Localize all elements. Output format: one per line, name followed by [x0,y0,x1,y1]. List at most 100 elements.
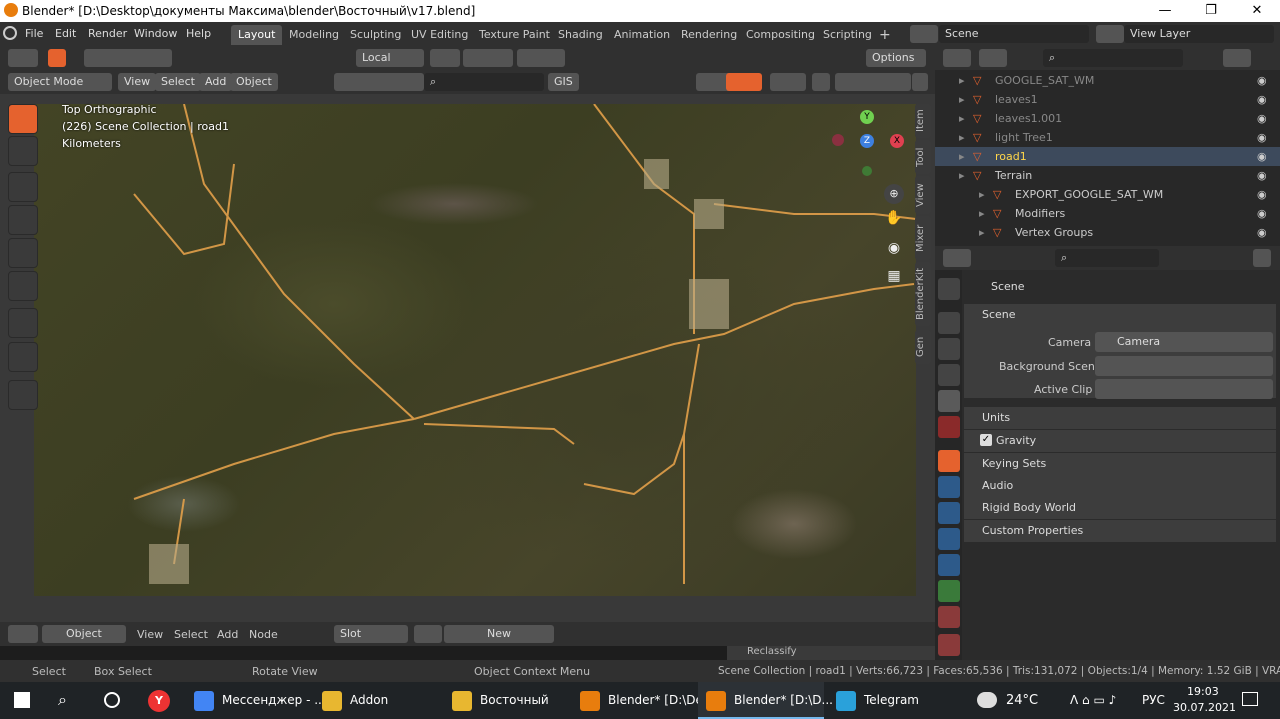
menu-edit[interactable]: Edit [55,27,76,40]
expand-arrow-icon[interactable]: ▸ [959,147,965,166]
scene-selector-icon[interactable] [910,25,938,43]
properties-search-input[interactable]: ⌕ [1055,249,1159,267]
add-workspace-button[interactable]: + [872,25,898,45]
reclassify-panel[interactable]: Reclassify [727,646,935,660]
expand-arrow-icon[interactable]: ▸ [959,128,965,147]
transform-orientation[interactable]: Local [356,49,424,67]
xray-toggle-icon[interactable] [812,73,830,91]
maximize-button[interactable]: ❐ [1188,0,1234,22]
taskbar-app[interactable]: Восточный [444,682,568,719]
menu-view[interactable]: View [118,73,157,91]
close-button[interactable]: ✕ [1234,0,1280,22]
3d-viewport[interactable]: Top Orthographic (226) Scene Collection … [0,94,935,622]
visibility-eye-icon[interactable]: ◉ [1257,223,1267,242]
units-panel[interactable]: Units [964,407,1276,429]
taskbar-app[interactable]: Blender* [D:\D... [698,682,833,719]
expand-arrow-icon[interactable]: ▸ [959,166,965,185]
gizmo-toggle-icon[interactable] [726,73,762,91]
tab-animation[interactable]: Animation [607,25,677,45]
snap-icon[interactable] [463,49,513,67]
search-icon[interactable]: ⌕ [58,690,67,710]
outliner-row[interactable]: ▸ ▽ leaves1 ◉ [935,90,1280,109]
properties-editor-icon[interactable] [943,249,971,267]
rotate-tool-icon[interactable] [8,205,38,235]
gis-menu[interactable]: GIS [548,73,579,91]
render-tab-icon[interactable] [938,312,960,334]
menu-window[interactable]: Window [134,27,177,40]
physics-tab-icon[interactable] [938,528,960,550]
tab-texture-paint[interactable]: Texture Paint [472,25,557,45]
tab-uv-editing[interactable]: UV Editing [404,25,475,45]
gizmo-x-axis[interactable]: X [890,134,904,148]
new-material-button[interactable]: New [444,625,554,643]
visibility-eye-icon[interactable]: ◉ [1257,204,1267,223]
visibility-eye-icon[interactable]: ◉ [1257,185,1267,204]
properties-options-icon[interactable] [1253,249,1271,267]
sidebar-tab-mixer[interactable]: Mixer [915,216,931,260]
editor-type-icon-2[interactable] [8,625,38,643]
taskbar-app[interactable]: Blender* [D:\De... [572,682,714,719]
clock-date[interactable]: 30.07.2021 [1173,701,1236,714]
move-tool-icon[interactable] [8,172,38,202]
footer-menu-view[interactable]: View [137,628,163,641]
options-dropdown[interactable]: Options [866,49,926,67]
add-cube-tool-icon[interactable] [8,380,38,410]
world-tab-icon[interactable] [938,416,960,438]
yandex-browser-icon[interactable]: Y [148,690,170,712]
slot-dropdown[interactable]: Slot [334,625,408,643]
outliner-row[interactable]: ▸ ▽ Modifiers ◉ [935,204,1280,223]
filter-icon[interactable] [1223,49,1251,67]
overlay-toggle-icon[interactable] [770,73,806,91]
outliner-search-input[interactable]: ⌕ [1043,49,1183,67]
shading-modes-group[interactable] [835,73,911,91]
shading-options-icon[interactable] [912,73,928,91]
outliner-row[interactable]: ▸ ▽ light Tree1 ◉ [935,128,1280,147]
gravity-checkbox[interactable]: ✓ [980,434,992,446]
selection-modes-group[interactable] [84,49,172,67]
rigid-body-world-panel[interactable]: Rigid Body World [964,497,1276,519]
scene-field[interactable]: Scene [939,25,1089,43]
select-tool-icon[interactable] [8,104,38,134]
visibility-eye-icon[interactable]: ◉ [1257,71,1267,90]
weather-temp[interactable]: 24°C [1006,693,1038,708]
camera-view-icon[interactable]: ◉ [884,240,904,260]
expand-arrow-icon[interactable]: ▸ [959,109,965,128]
expand-arrow-icon[interactable]: ▸ [959,90,965,109]
sidebar-tab-blenderkit[interactable]: BlenderKit [915,262,931,326]
tab-layout[interactable]: Layout [231,25,283,45]
tool-tab-icon[interactable] [938,278,960,300]
tab-scripting[interactable]: Scripting [816,25,879,45]
taskbar-app[interactable]: Мессенджер - ... [186,682,326,719]
camera-field[interactable]: Camera [1095,332,1273,352]
constraints-tab-icon[interactable] [938,554,960,576]
view-layer-tab-icon[interactable] [938,364,960,386]
menu-help[interactable]: Help [186,27,211,40]
visibility-eye-icon[interactable]: ◉ [1257,128,1267,147]
particles-tab-icon[interactable] [938,502,960,524]
tab-compositing[interactable]: Compositing [739,25,822,45]
expand-arrow-icon[interactable]: ▸ [959,71,965,90]
menu-render[interactable]: Render [88,27,127,40]
tab-shading[interactable]: Shading [551,25,610,45]
grid-toggle-icon[interactable]: ▦ [884,268,904,288]
data-tab-icon[interactable] [938,580,960,602]
sidebar-tab-item[interactable]: Item [915,104,931,138]
visibility-eye-icon[interactable]: ◉ [1257,90,1267,109]
shader-type-dropdown[interactable]: Object [42,625,126,643]
expand-arrow-icon[interactable]: ▸ [979,223,985,242]
scale-tool-icon[interactable] [8,238,38,268]
display-mode-icon[interactable] [979,49,1007,67]
cursor-tool-icon[interactable] [8,136,38,166]
outliner-row[interactable]: ▸ ▽ leaves1.001 ◉ [935,109,1280,128]
background-scene-field[interactable] [1095,356,1273,376]
footer-menu-select[interactable]: Select [174,628,208,641]
gravity-panel[interactable]: Gravity [964,430,1276,452]
taskbar-app[interactable]: Addon [314,682,436,719]
expand-arrow-icon[interactable]: ▸ [979,185,985,204]
tab-sculpting[interactable]: Sculpting [343,25,408,45]
annotate-tool-icon[interactable] [8,308,38,338]
notifications-icon[interactable] [1242,692,1258,706]
editor-type-icon[interactable] [8,49,38,67]
footer-menu-node[interactable]: Node [249,628,278,641]
visibility-eye-icon[interactable]: ◉ [1257,147,1267,166]
